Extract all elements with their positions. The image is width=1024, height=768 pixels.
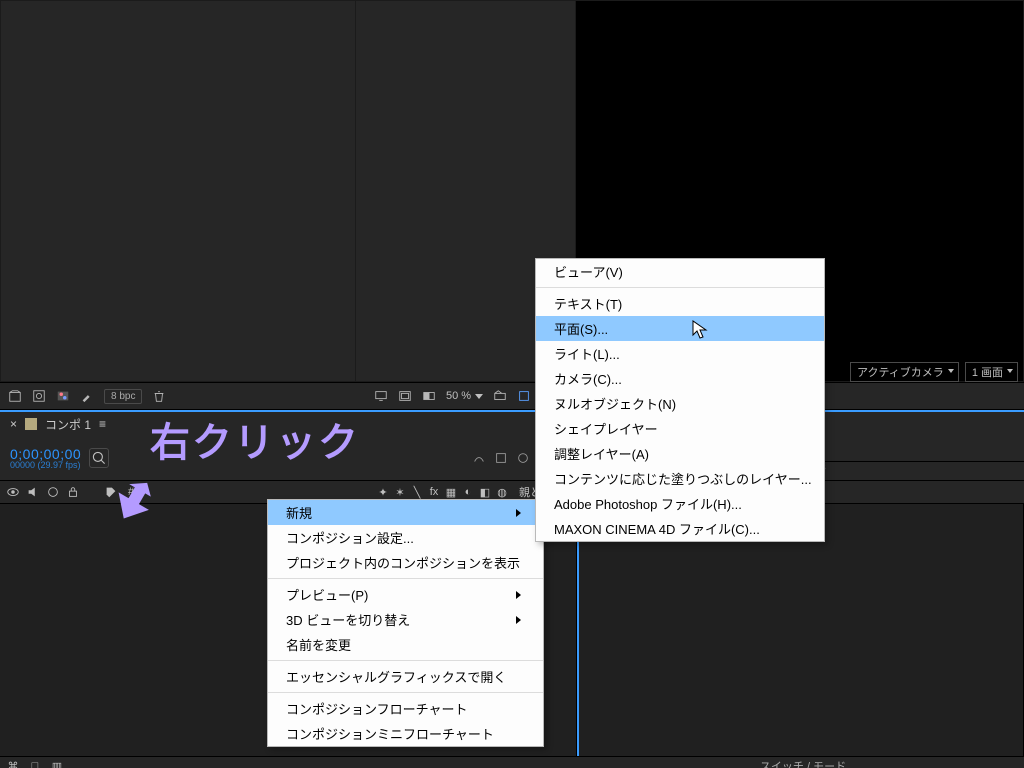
shy-icon[interactable]: [472, 451, 486, 465]
context-menu-main[interactable]: 新規コンポジション設定... プロジェクト内のコンポジションを表示プレビュー(P)…: [267, 499, 544, 747]
menu-separator: [268, 660, 543, 661]
region-icon[interactable]: [517, 389, 531, 403]
ruler-tick: 08s: [806, 462, 1024, 480]
menu-item-label: MAXON CINEMA 4D ファイル(C)...: [554, 519, 760, 538]
menu-item[interactable]: 調整レイヤー(A): [536, 441, 824, 466]
menu-item-label: 調整レイヤー(A): [554, 444, 649, 463]
menu-item-label: コンテンツに応じた塗りつぶしのレイヤー...: [554, 469, 812, 488]
menu-item-label: カメラ(C)...: [554, 369, 622, 388]
mask-toggle-icon[interactable]: [422, 389, 436, 403]
toggle-pane-icon[interactable]: ▥: [50, 759, 64, 768]
submenu-arrow-icon: [516, 591, 521, 599]
trash-icon[interactable]: [152, 389, 166, 403]
menu-item[interactable]: MAXON CINEMA 4D ファイル(C)...: [536, 516, 824, 541]
collapse-col-icon[interactable]: ✶: [393, 485, 407, 499]
menu-item-label: シェイプレイヤー: [554, 419, 658, 438]
menu-item-label: コンポジションミニフローチャート: [286, 724, 494, 743]
zoom-dropdown[interactable]: 50 %: [446, 390, 483, 402]
tab-close-button[interactable]: ×: [10, 417, 17, 431]
frameblend-col-icon[interactable]: ▦: [444, 485, 458, 499]
menu-item-label: コンポジション設定...: [286, 528, 414, 547]
bin-icon[interactable]: [8, 389, 22, 403]
menu-item[interactable]: コンポジション設定...: [268, 525, 543, 550]
quality-col-icon[interactable]: ╲: [410, 485, 424, 499]
submenu-arrow-icon: [516, 509, 521, 517]
menu-item[interactable]: カメラ(C)...: [536, 366, 824, 391]
menu-item[interactable]: 3D ビューを切り替え: [268, 607, 543, 632]
monitor-icon[interactable]: [374, 389, 388, 403]
menu-item[interactable]: コンポジションフローチャート: [268, 696, 543, 721]
timecode-frames: 00000 (29.97 fps): [10, 460, 81, 470]
fx-col-icon[interactable]: fx: [427, 485, 441, 499]
chevron-down-icon: [475, 394, 483, 399]
viewer-dropdowns: アクティブカメラ 1 画面: [850, 362, 1018, 382]
timeline-tabs: × コンポ 1 ≡: [0, 412, 1024, 436]
adjust-col-icon[interactable]: ◧: [478, 485, 492, 499]
context-menu-new[interactable]: ビューア(V) テキスト(T) 平面(S)... ライト(L)... カメラ(C)...…: [535, 258, 825, 542]
menu-item[interactable]: コンポジションミニフローチャート: [268, 721, 543, 746]
tool-strip: 8 bpc 50 %: [0, 382, 1024, 410]
resolution-icon[interactable]: [493, 389, 507, 403]
menu-item-label: エッセンシャルグラフィックスで開く: [286, 667, 506, 686]
menu-item[interactable]: ビューア(V): [536, 259, 824, 284]
camera-dropdown[interactable]: アクティブカメラ: [850, 362, 959, 382]
submenu-arrow-icon: [516, 616, 521, 624]
menu-separator: [536, 287, 824, 288]
bpc-indicator[interactable]: 8 bpc: [104, 389, 142, 404]
shy-col-icon[interactable]: ✦: [376, 485, 390, 499]
tab-comp-name[interactable]: コンポ 1: [45, 416, 91, 433]
menu-item[interactable]: テキスト(T): [536, 291, 824, 316]
audio-icon[interactable]: [26, 485, 40, 499]
solo-icon[interactable]: [46, 485, 60, 499]
safezone-icon[interactable]: [398, 389, 412, 403]
lock-icon[interactable]: [66, 485, 80, 499]
menu-separator: [268, 578, 543, 579]
label-icon[interactable]: [104, 485, 118, 499]
menu-item[interactable]: エッセンシャルグラフィックスで開く: [268, 664, 543, 689]
switches-modes-toggle[interactable]: スイッチ / モード: [582, 758, 1024, 768]
viewer-area: [0, 0, 1024, 382]
menu-item[interactable]: ヌルオブジェクト(N): [536, 391, 824, 416]
menu-item[interactable]: プロジェクト内のコンポジションを表示: [268, 550, 543, 575]
tab-menu[interactable]: ≡: [99, 417, 106, 431]
menu-item-label: プレビュー(P): [286, 585, 368, 604]
frameblend-icon[interactable]: [494, 451, 508, 465]
timeline-search[interactable]: [89, 448, 109, 468]
menu-item-label: 3D ビューを切り替え: [286, 610, 410, 629]
menu-item-label: コンポジションフローチャート: [286, 699, 467, 718]
brush-icon[interactable]: [80, 389, 94, 403]
menu-item-label: ヌルオブジェクト(N): [554, 394, 676, 413]
menu-item[interactable]: シェイプレイヤー: [536, 416, 824, 441]
toggle-switches-icon[interactable]: ⌘: [6, 759, 20, 768]
switches: ✦ ✶ ╲ fx ▦ ◐ ◧ ◍: [376, 485, 509, 499]
view-dropdown[interactable]: 1 画面: [965, 362, 1018, 382]
menu-item-label: ビューア(V): [554, 262, 623, 281]
motionblur-icon[interactable]: [516, 451, 530, 465]
project-panel[interactable]: [0, 0, 356, 382]
toggle-modes-icon[interactable]: □: [28, 759, 42, 768]
adjust-icon[interactable]: [56, 389, 70, 403]
menu-item-label: Adobe Photoshop ファイル(H)...: [554, 494, 742, 513]
menu-item-label: 名前を変更: [286, 635, 351, 654]
menu-item[interactable]: コンテンツに応じた塗りつぶしのレイヤー...: [536, 466, 824, 491]
menu-item-label: プロジェクト内のコンポジションを表示: [286, 553, 520, 572]
3d-col-icon[interactable]: ◍: [495, 485, 509, 499]
menu-item[interactable]: 平面(S)...: [536, 316, 824, 341]
motionblur-col-icon[interactable]: ◐: [461, 485, 475, 499]
menu-item-label: テキスト(T): [554, 294, 622, 313]
menu-item[interactable]: 新規: [268, 500, 543, 525]
menu-item[interactable]: Adobe Photoshop ファイル(H)...: [536, 491, 824, 516]
menu-item-label: 平面(S)...: [554, 319, 608, 338]
menu-item-label: ライト(L)...: [554, 344, 620, 363]
eye-icon[interactable]: [6, 485, 20, 499]
menu-item[interactable]: 名前を変更: [268, 632, 543, 657]
comp-icon: [25, 418, 37, 430]
new-comp-icon[interactable]: [32, 389, 46, 403]
hash-icon[interactable]: #: [124, 485, 138, 499]
menu-item[interactable]: プレビュー(P): [268, 582, 543, 607]
zoom-value: 50 %: [446, 390, 471, 402]
menu-item[interactable]: ライト(L)...: [536, 341, 824, 366]
menu-separator: [268, 692, 543, 693]
menu-item-label: 新規: [286, 503, 312, 522]
